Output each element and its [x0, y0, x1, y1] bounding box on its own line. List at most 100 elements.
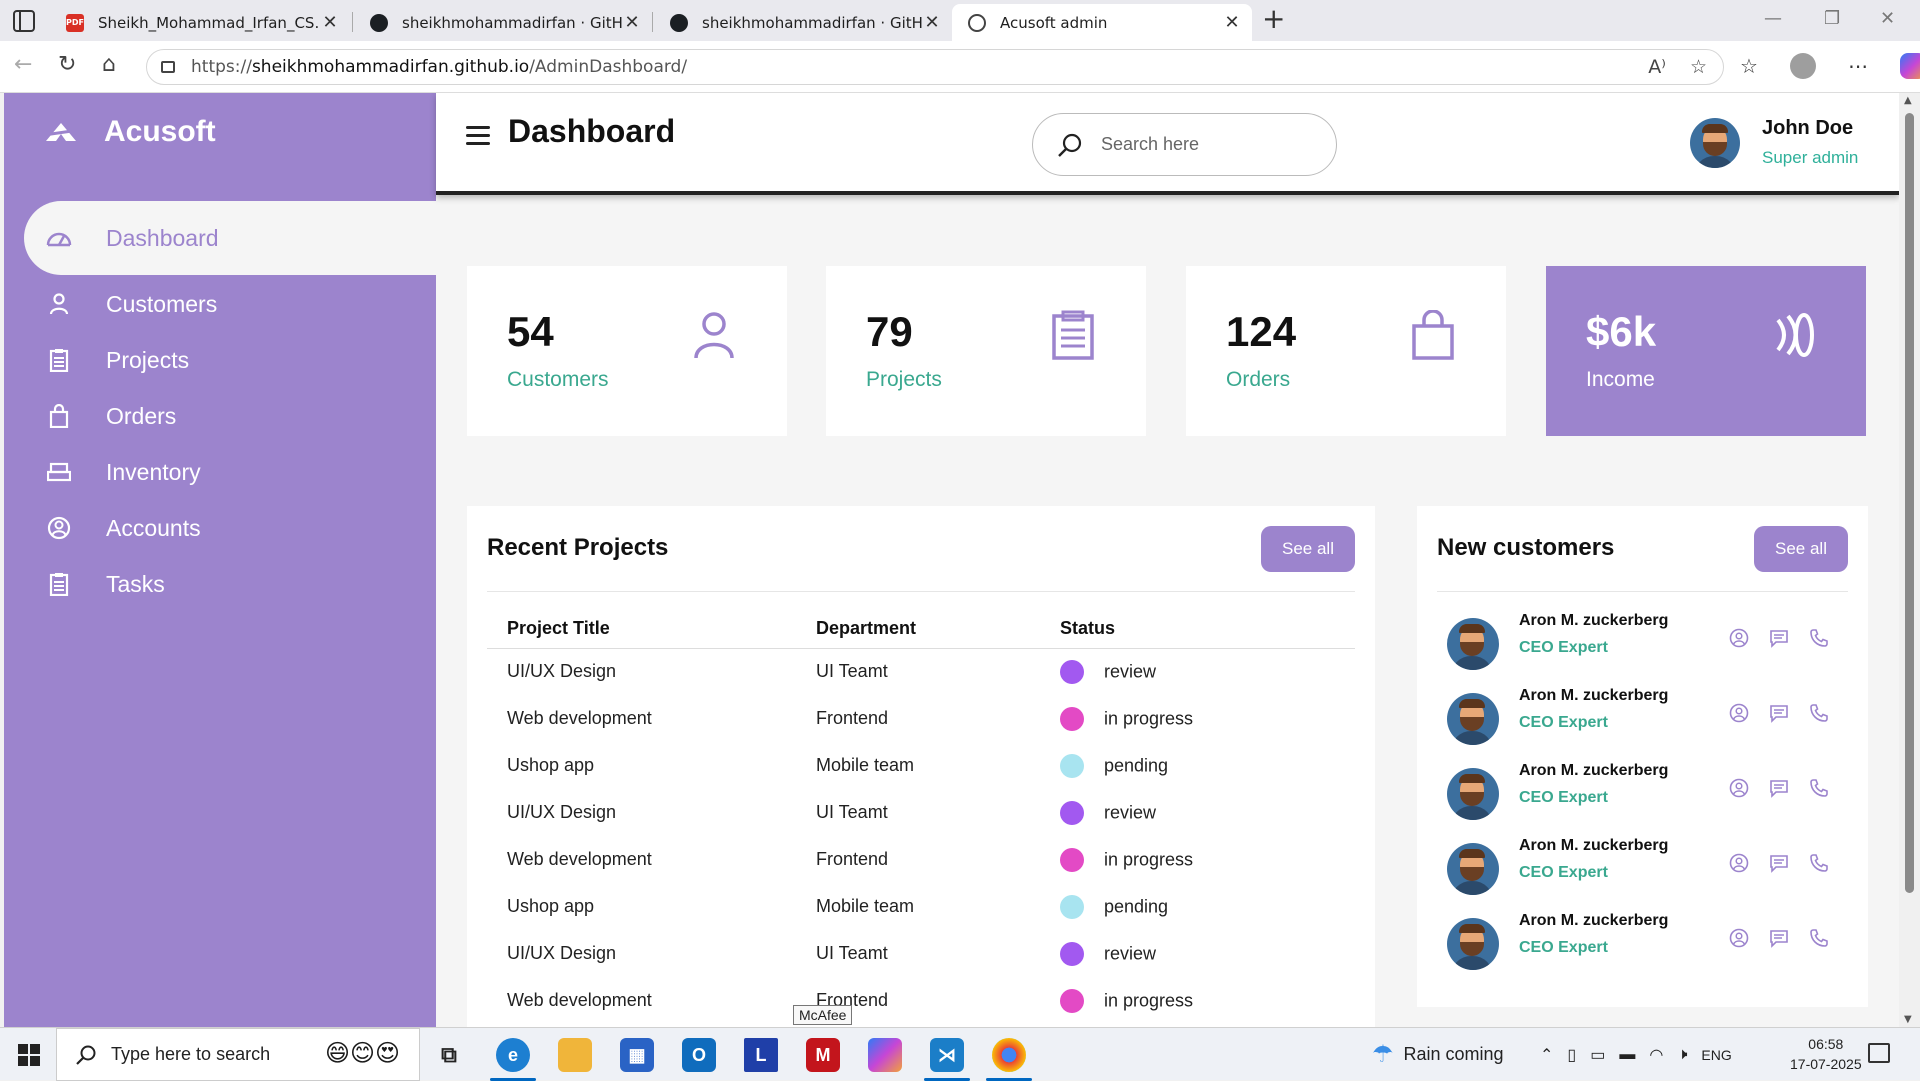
stat-card-projects[interactable]: 79 Projects — [826, 266, 1146, 436]
profile-icon[interactable] — [1729, 853, 1749, 873]
message-icon[interactable] — [1769, 928, 1789, 948]
sidebar-item-tasks[interactable]: Tasks — [24, 547, 436, 621]
customer-name: Aron M. zuckerberg — [1519, 837, 1669, 854]
phone-icon[interactable] — [1809, 853, 1829, 873]
favorites-icon[interactable]: ☆ — [1740, 54, 1758, 78]
message-icon[interactable] — [1769, 703, 1789, 723]
account-icon — [44, 513, 74, 543]
table-row[interactable]: UI/UX Design UI Teamt review — [487, 648, 1355, 695]
profile-icon[interactable] — [1729, 778, 1749, 798]
message-icon[interactable] — [1769, 853, 1789, 873]
table-row[interactable]: Web development Frontend in progress — [487, 977, 1355, 1024]
stat-label: Customers — [507, 368, 609, 391]
copilot-icon[interactable] — [1899, 53, 1920, 79]
device-icon[interactable]: ▯ — [1567, 1045, 1576, 1065]
message-icon[interactable] — [1769, 628, 1789, 648]
phone-icon[interactable] — [1809, 628, 1829, 648]
search-input[interactable] — [1101, 134, 1301, 155]
customer-name: Aron M. zuckerberg — [1519, 912, 1669, 929]
windows-start-icon[interactable] — [18, 1044, 40, 1066]
phone-icon[interactable] — [1809, 778, 1829, 798]
chrome-icon[interactable] — [986, 1038, 1032, 1081]
close-icon[interactable]: ✕ — [622, 12, 642, 33]
taskbar-search[interactable]: Type here to search 😄😊😍 — [56, 1028, 420, 1081]
list-item[interactable]: Aron M. zuckerberg CEO Expert — [1447, 912, 1847, 993]
table-row[interactable]: Ushop app Mobile team pending — [487, 742, 1355, 789]
phone-icon[interactable] — [1809, 928, 1829, 948]
weather-widget[interactable]: ☂ Rain coming — [1372, 1028, 1504, 1081]
l-app-icon[interactable]: L — [744, 1038, 778, 1072]
battery-icon[interactable]: ▬ — [1619, 1046, 1635, 1064]
read-aloud-icon[interactable]: A⁾ — [1648, 56, 1666, 78]
list-item[interactable]: Aron M. zuckerberg CEO Expert — [1447, 687, 1847, 768]
vscode-icon[interactable]: ⋊ — [924, 1038, 970, 1081]
scrollbar-thumb[interactable] — [1905, 113, 1914, 893]
refresh-icon[interactable]: ↻ — [58, 54, 76, 76]
table-row[interactable]: Web development Frontend in progress — [487, 695, 1355, 742]
user-profile[interactable]: John Doe Super admin — [1690, 117, 1858, 168]
scroll-down-icon[interactable]: ▼ — [1904, 1014, 1912, 1025]
clock[interactable]: 06:58 17-07-2025 — [1790, 1034, 1862, 1074]
display-icon[interactable]: ▭ — [1590, 1045, 1605, 1065]
stat-label: Income — [1586, 368, 1655, 391]
home-icon[interactable]: ⌂ — [102, 54, 116, 76]
scroll-up-icon[interactable]: ▲ — [1904, 95, 1912, 106]
phone-icon[interactable] — [1809, 703, 1829, 723]
restore-icon[interactable]: ❐ — [1824, 8, 1840, 29]
table-row[interactable]: Ushop app Mobile team pending — [487, 883, 1355, 930]
column-header: Department — [816, 610, 1060, 649]
brand[interactable]: Acusoft — [44, 115, 216, 149]
profile-icon[interactable] — [1789, 53, 1816, 79]
outlook-icon[interactable]: O — [682, 1038, 716, 1072]
task-view-icon[interactable]: ⧉ — [432, 1038, 466, 1072]
browser-tab[interactable]: PDF Sheikh_Mohammad_Irfan_CS.pdf ✕ — [50, 4, 350, 41]
see-all-projects-button[interactable]: See all — [1261, 526, 1355, 572]
sidebar-item-dashboard[interactable]: Dashboard — [24, 201, 436, 275]
browser-tab[interactable]: sheikhmohammadirfan · GitHub ✕ — [354, 4, 652, 41]
page-scrollbar[interactable]: ▲ ▼ — [1899, 93, 1920, 1027]
store-icon[interactable]: ▦ — [620, 1038, 654, 1072]
table-row[interactable]: UI/UX Design UI Teamt review — [487, 930, 1355, 977]
table-row[interactable]: UI/UX Design UI Teamt review — [487, 789, 1355, 836]
stat-card-income[interactable]: $6k Income — [1546, 266, 1866, 436]
volume-mute-icon[interactable]: 🕨 — [1677, 1046, 1687, 1064]
browser-tab[interactable]: sheikhmohammadirfan · GitHub ✕ — [654, 4, 952, 41]
new-tab-button[interactable]: + — [1262, 4, 1285, 34]
window-close-icon[interactable]: ✕ — [1880, 8, 1895, 29]
language-indicator[interactable]: ENG — [1701, 1047, 1731, 1063]
tab-actions-icon[interactable] — [13, 10, 35, 32]
close-icon[interactable]: ✕ — [1222, 12, 1242, 33]
chevron-up-icon[interactable]: ⌃ — [1540, 1045, 1553, 1065]
back-icon[interactable]: ← — [14, 54, 32, 76]
wifi-icon[interactable]: ◠ — [1649, 1045, 1663, 1065]
minimize-icon[interactable]: — — [1764, 8, 1782, 29]
profile-icon[interactable] — [1729, 703, 1749, 723]
list-item[interactable]: Aron M. zuckerberg CEO Expert — [1447, 762, 1847, 843]
profile-icon[interactable] — [1729, 628, 1749, 648]
stat-card-orders[interactable]: 124 Orders — [1186, 266, 1506, 436]
close-icon[interactable]: ✕ — [320, 12, 340, 33]
hamburger-menu-icon[interactable] — [466, 126, 490, 146]
more-icon[interactable]: ⋯ — [1848, 54, 1868, 78]
edge-icon[interactable]: e — [490, 1038, 536, 1081]
close-icon[interactable]: ✕ — [922, 12, 942, 33]
favorite-star-icon[interactable]: ☆ — [1690, 56, 1707, 78]
table-row[interactable]: Web development Frontend in progress — [487, 836, 1355, 883]
copilot-app-icon[interactable] — [868, 1038, 902, 1072]
stat-card-customers[interactable]: 54 Customers — [467, 266, 787, 436]
project-status: pending — [1060, 742, 1355, 789]
search-box[interactable] — [1032, 113, 1337, 176]
mcafee-icon[interactable]: M — [806, 1038, 840, 1072]
profile-icon[interactable] — [1729, 928, 1749, 948]
avatar — [1447, 768, 1499, 820]
see-all-customers-button[interactable]: See all — [1754, 526, 1848, 572]
person-icon — [694, 312, 734, 359]
notifications-icon[interactable] — [1868, 1043, 1890, 1063]
list-item[interactable]: Aron M. zuckerberg CEO Expert — [1447, 837, 1847, 918]
file-explorer-icon[interactable] — [558, 1038, 592, 1072]
lock-icon[interactable] — [161, 61, 175, 73]
address-field[interactable]: https://sheikhmohammadirfan.github.io/Ad… — [146, 49, 1724, 85]
browser-tab-active[interactable]: Acusoft admin ✕ — [952, 4, 1252, 41]
message-icon[interactable] — [1769, 778, 1789, 798]
list-item[interactable]: Aron M. zuckerberg CEO Expert — [1447, 612, 1847, 693]
